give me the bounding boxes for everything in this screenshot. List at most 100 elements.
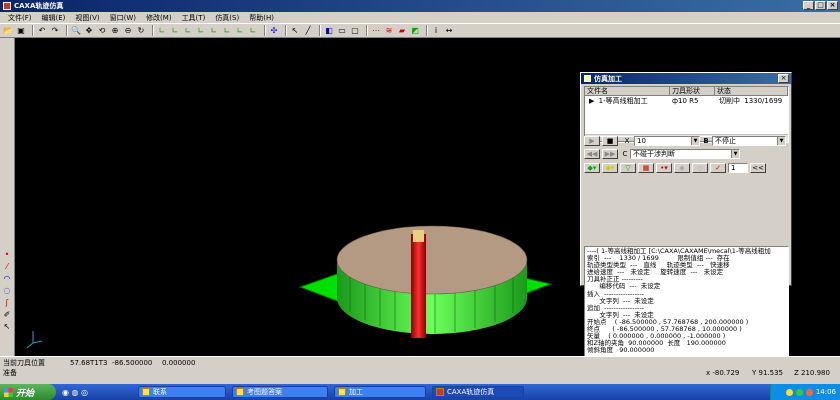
c-check-select[interactable]: 不碰干涉判断 ▼ <box>630 149 740 159</box>
b-label: B <box>703 137 709 145</box>
clock[interactable]: 14:06 <box>816 388 836 396</box>
curve-icon[interactable]: ʃ <box>2 298 12 308</box>
check-button[interactable]: ✓ <box>710 163 726 173</box>
move-icon[interactable]: ✣ <box>269 26 279 36</box>
zoom-icon[interactable]: 🔍 <box>71 26 81 36</box>
pan-icon[interactable]: ✥ <box>84 26 94 36</box>
maximize-button[interactable]: □ <box>815 1 826 10</box>
zoom-in-icon[interactable]: ⊕ <box>110 26 120 36</box>
hidden-line-icon[interactable]: ▢ <box>350 26 360 36</box>
circle-icon[interactable]: ◌ <box>2 286 12 296</box>
app-window: CAXA轨迹仿真 _ □ × 文件(F) 编辑(E) 视图(V) 窗口(W) 修… <box>0 0 840 400</box>
control-row-2: ◀◀ ▶▶ C 不碰干涉判断 ▼ <box>584 149 740 159</box>
point-button[interactable]: •▾ <box>656 163 672 173</box>
path-icon[interactable]: ⋯ <box>371 26 381 36</box>
toolbar-separator <box>264 25 266 36</box>
line-icon[interactable]: ╱ <box>303 26 313 36</box>
undo-icon[interactable]: ↶ <box>37 26 47 36</box>
control-row-3: ◆▾ ◆▾ ▽ ▦ •▾ ◆ ◇ ✓ 1 << <box>584 163 768 173</box>
measure-icon[interactable]: ↔ <box>444 26 454 36</box>
view-top-icon[interactable]: ∟ <box>209 26 219 36</box>
shade-icon[interactable]: ◧ <box>324 26 334 36</box>
tray-icon[interactable] <box>795 388 803 396</box>
interval-input[interactable]: 1 <box>728 163 748 173</box>
view-back-icon[interactable]: ∟ <box>170 26 180 36</box>
open-icon[interactable]: 📂 <box>3 26 13 36</box>
task-button-2[interactable]: 考图题答案 <box>232 386 328 398</box>
tray-icon[interactable] <box>805 388 813 396</box>
list-item[interactable]: ▶ 1-等高线粗加工 ф10 R5 切削中 1330/1699 <box>585 96 788 106</box>
folder-icon <box>338 388 346 396</box>
redo-icon[interactable]: ↷ <box>50 26 60 36</box>
column-header-tool[interactable]: 刀具形状 <box>670 87 715 95</box>
zoom-out-icon[interactable]: ⊖ <box>123 26 133 36</box>
forward-button[interactable]: ▶▶ <box>602 149 618 159</box>
material-icon[interactable]: ◩ <box>410 26 420 36</box>
toolbar-separator <box>32 25 34 36</box>
view-left-icon[interactable]: ∟ <box>183 26 193 36</box>
info-icon[interactable]: ⅰ <box>431 26 441 36</box>
play-button[interactable]: ▶ <box>584 136 600 146</box>
column-header-status[interactable]: 状态 <box>715 87 788 95</box>
wireframe-icon[interactable]: ▭ <box>337 26 347 36</box>
view-iso-icon[interactable]: ∟ <box>235 26 245 36</box>
save-icon[interactable]: ▣ <box>16 26 26 36</box>
path-list[interactable]: 文件名 刀具形状 状态 ▶ 1-等高线粗加工 ф10 R5 切削中 1330/1… <box>584 86 789 143</box>
tray-icon[interactable] <box>785 388 793 396</box>
point-icon[interactable]: • <box>2 250 12 260</box>
stop-button[interactable]: ■ <box>602 136 618 146</box>
menu-edit[interactable]: 编辑(E) <box>37 13 71 23</box>
tool-position-label: 当前刀具位置 <box>3 358 45 367</box>
info-text-area[interactable]: ----( 1-等高线粗加工 [C:\CAXA\CAXAME\mecal\1-等… <box>584 246 789 358</box>
menu-window[interactable]: 窗口(W) <box>105 13 141 23</box>
column-header-filename[interactable]: 文件名 <box>585 87 670 95</box>
menu-simulate[interactable]: 仿真(S) <box>210 13 244 23</box>
color-icon[interactable]: ▰ <box>397 26 407 36</box>
close-button[interactable]: × <box>827 1 838 10</box>
menu-modify[interactable]: 修改(M) <box>141 13 177 23</box>
menu-file[interactable]: 文件(F) <box>3 13 37 23</box>
material-button[interactable]: ◆▾ <box>584 163 600 173</box>
cursor-x: x -80.729 <box>706 369 740 377</box>
quicklaunch-icons[interactable]: ◉ ◍ ◎ <box>62 388 88 397</box>
arc-icon[interactable]: ◠ <box>2 274 12 284</box>
view-bottom-icon[interactable]: ∟ <box>222 26 232 36</box>
rewind-button[interactable]: ◀◀ <box>584 149 600 159</box>
menu-tools[interactable]: 工具(T) <box>177 13 211 23</box>
tool-path-icon[interactable]: ≋ <box>384 26 394 36</box>
erase-button[interactable]: ◇ <box>692 163 708 173</box>
start-button[interactable]: 开始 <box>0 384 56 400</box>
menu-bar: 文件(F) 编辑(E) 视图(V) 窗口(W) 修改(M) 工具(T) 仿真(S… <box>0 12 840 23</box>
hint-bar: 准备 x -80.729 Y 91.535 Z 210.980 <box>0 368 840 378</box>
info-line: 倾斜角度 90.000000 <box>587 346 655 355</box>
axis-triad <box>26 331 43 349</box>
rotate-icon[interactable]: ⟲ <box>97 26 107 36</box>
menu-help[interactable]: 帮助(H) <box>244 13 279 23</box>
task-label: CAXA轨迹仿真 <box>447 388 495 396</box>
menu-view[interactable]: 视图(V) <box>70 13 104 23</box>
refresh-icon[interactable]: ↻ <box>136 26 146 36</box>
collapse-button[interactable]: << <box>750 163 766 173</box>
simulation-dialog: 仿真加工 × 文件名 刀具形状 状态 ▶ 1-等高线粗加工 ф10 R5 切削中… <box>580 72 792 358</box>
tool-button[interactable]: ◆▾ <box>602 163 618 173</box>
cut-button[interactable]: ◆ <box>674 163 690 173</box>
arrow-icon[interactable]: ↖ <box>290 26 300 36</box>
view-right-icon[interactable]: ∟ <box>196 26 206 36</box>
display-button[interactable]: ▦ <box>638 163 654 173</box>
view-front-icon[interactable]: ∟ <box>157 26 167 36</box>
line-tool-icon[interactable]: ⁄ <box>2 262 12 272</box>
x-speed-select[interactable]: 10 ▼ <box>634 136 700 146</box>
start-label: 开始 <box>16 388 35 399</box>
select-icon[interactable]: ↖ <box>2 322 12 332</box>
task-button-1[interactable]: 联系 <box>138 386 226 398</box>
view-axo-icon[interactable]: ∟ <box>248 26 258 36</box>
toolbar-separator <box>152 25 154 36</box>
minimize-button[interactable]: _ <box>803 1 814 10</box>
task-button-3[interactable]: 加工 <box>334 386 426 398</box>
app-icon <box>436 388 444 396</box>
b-stop-select[interactable]: 不停止 ▼ <box>712 136 786 146</box>
dialog-close-button[interactable]: × <box>778 74 789 83</box>
filter-button[interactable]: ▽ <box>620 163 636 173</box>
task-button-4[interactable]: CAXA轨迹仿真 <box>432 386 524 398</box>
edit-icon[interactable]: ✐ <box>2 310 12 320</box>
